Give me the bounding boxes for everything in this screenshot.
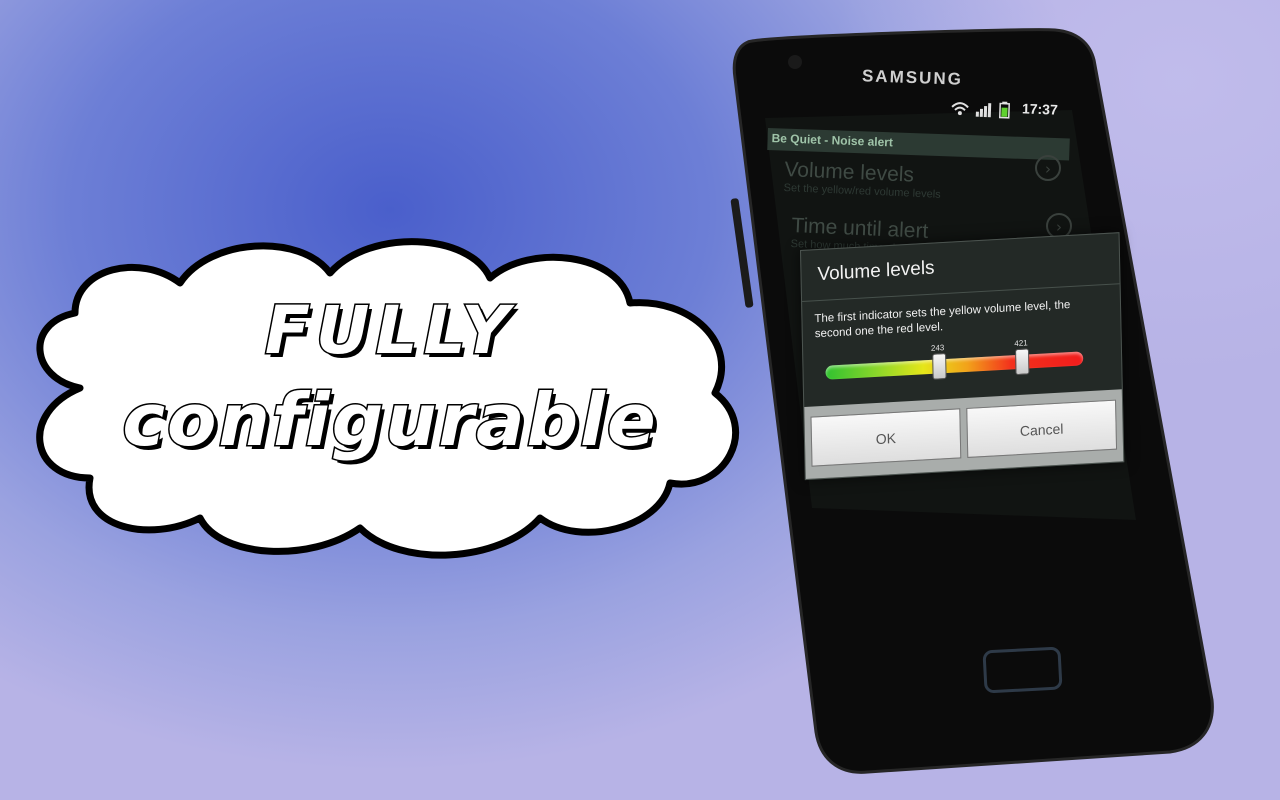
dialog-title: Volume levels [817, 257, 935, 286]
brand-label: SAMSUNG [861, 66, 964, 89]
status-time: 17:37 [1021, 100, 1059, 118]
ok-button[interactable]: OK [810, 408, 962, 467]
red-level-handle[interactable] [1015, 348, 1031, 376]
phone: SAMSUNG 17:37 Be Quiet - Noise alert Vol… [0, 0, 1280, 800]
signal-icon [975, 103, 992, 118]
chevron-right-icon[interactable]: › [1035, 155, 1061, 181]
yellow-level-value: 243 [930, 343, 945, 353]
settings-item-volume-levels[interactable]: Volume levels Set the yellow/red volume … [783, 158, 942, 201]
app-title: Be Quiet - Noise alert [771, 131, 894, 150]
red-level-value: 421 [1014, 338, 1028, 349]
battery-icon [998, 101, 1011, 119]
yellow-level-handle[interactable] [932, 353, 947, 380]
cancel-button[interactable]: Cancel [966, 399, 1118, 458]
wifi-icon [951, 102, 969, 116]
volume-levels-dialog: Volume levels The first indicator sets t… [800, 232, 1125, 481]
status-icons [951, 101, 1011, 119]
